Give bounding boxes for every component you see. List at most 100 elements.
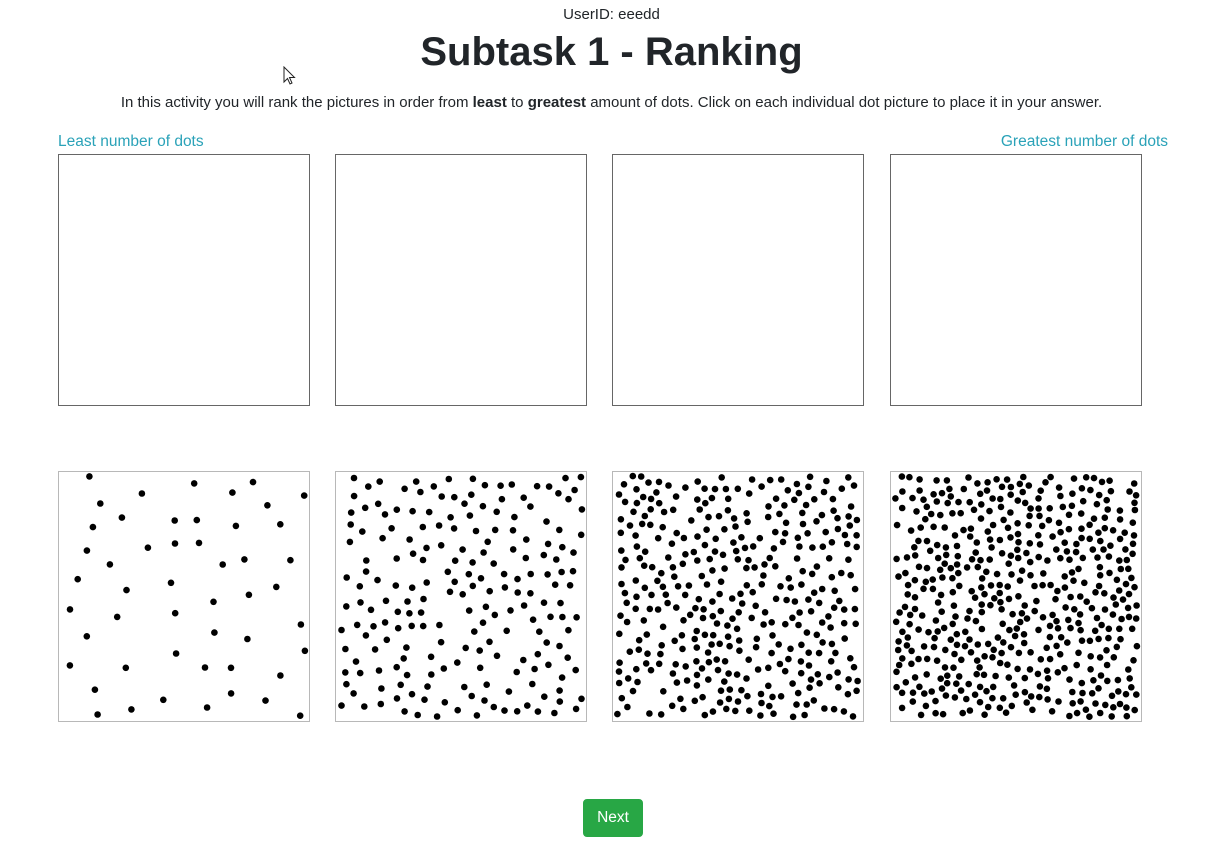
dot-picture-4[interactable] [890, 471, 1142, 722]
dot [1006, 626, 1013, 634]
dot [1037, 656, 1045, 663]
dot [435, 522, 443, 529]
dot [144, 544, 152, 551]
dot [902, 679, 910, 686]
dot [1011, 632, 1019, 640]
dot [543, 639, 550, 646]
dot [907, 527, 915, 534]
dot [664, 599, 671, 607]
dot [726, 686, 734, 693]
dot [277, 672, 284, 679]
dot [1130, 480, 1138, 487]
dot [1008, 702, 1016, 710]
answer-slot-1[interactable] [58, 154, 310, 406]
dot [160, 696, 167, 704]
dot [540, 551, 548, 559]
dot [1123, 704, 1130, 711]
dot [1053, 546, 1060, 553]
dot [446, 588, 454, 596]
dot [171, 609, 179, 617]
dot [1133, 691, 1140, 698]
dot [558, 674, 566, 681]
dot [726, 642, 733, 650]
dot [338, 626, 345, 634]
dot [508, 481, 516, 488]
answer-slot-4[interactable] [890, 154, 1142, 406]
dot [1101, 524, 1109, 532]
dot [698, 665, 706, 672]
dot [1003, 476, 1011, 483]
dot [961, 642, 969, 650]
dot [816, 680, 823, 687]
dot [696, 506, 703, 513]
dot [1103, 647, 1110, 654]
dot-picture-1[interactable] [58, 471, 310, 722]
dot [433, 713, 441, 720]
dot [414, 711, 421, 719]
dot [1113, 576, 1121, 584]
dot [428, 671, 435, 678]
dot [655, 499, 663, 507]
dot [408, 622, 415, 630]
dot [998, 483, 1006, 491]
dot [744, 518, 751, 526]
dot [929, 576, 936, 583]
dot [447, 514, 454, 521]
dot [557, 599, 564, 607]
dot [572, 666, 579, 674]
dot [781, 667, 789, 675]
dot [1025, 522, 1032, 529]
dot [738, 686, 745, 694]
dot [479, 619, 487, 626]
dot-picture-3[interactable] [612, 471, 864, 722]
dot [1020, 639, 1028, 647]
dot [450, 525, 458, 532]
dot [976, 698, 984, 706]
dot [1078, 525, 1085, 532]
dot [617, 516, 625, 523]
dot-picture-2[interactable] [335, 471, 587, 722]
dot [733, 625, 741, 633]
dot [964, 615, 971, 622]
dot [758, 699, 765, 707]
dot [621, 589, 629, 597]
dot [844, 690, 852, 698]
dot [1066, 676, 1073, 683]
dot [1064, 639, 1071, 646]
dot [714, 666, 722, 674]
dot [769, 693, 776, 701]
dot [1023, 615, 1031, 622]
dot [705, 513, 712, 521]
dot [703, 526, 710, 533]
dot [1130, 657, 1137, 664]
dot [659, 523, 666, 531]
dot [911, 552, 919, 559]
dot [640, 617, 648, 624]
dot [401, 485, 408, 493]
dot [993, 476, 1000, 483]
dot [1046, 505, 1053, 512]
dot [1125, 565, 1132, 573]
dot [939, 574, 946, 581]
dot [1116, 557, 1123, 564]
dot [1056, 651, 1064, 658]
dot [785, 655, 792, 663]
dot [787, 645, 794, 653]
dot [937, 591, 945, 599]
dot [978, 501, 985, 508]
dot [1129, 550, 1136, 558]
dot [909, 698, 917, 705]
dot [1049, 611, 1056, 619]
next-button[interactable]: Next [583, 799, 643, 837]
dot [1078, 679, 1086, 687]
dot [1122, 580, 1130, 588]
dot [647, 521, 654, 529]
dot [847, 571, 854, 579]
answer-slot-3[interactable] [612, 154, 864, 406]
answer-slot-2[interactable] [335, 154, 587, 406]
dot [1128, 684, 1135, 691]
dot [578, 695, 585, 703]
dot [679, 560, 687, 568]
dot [654, 534, 662, 542]
dot [509, 527, 517, 534]
